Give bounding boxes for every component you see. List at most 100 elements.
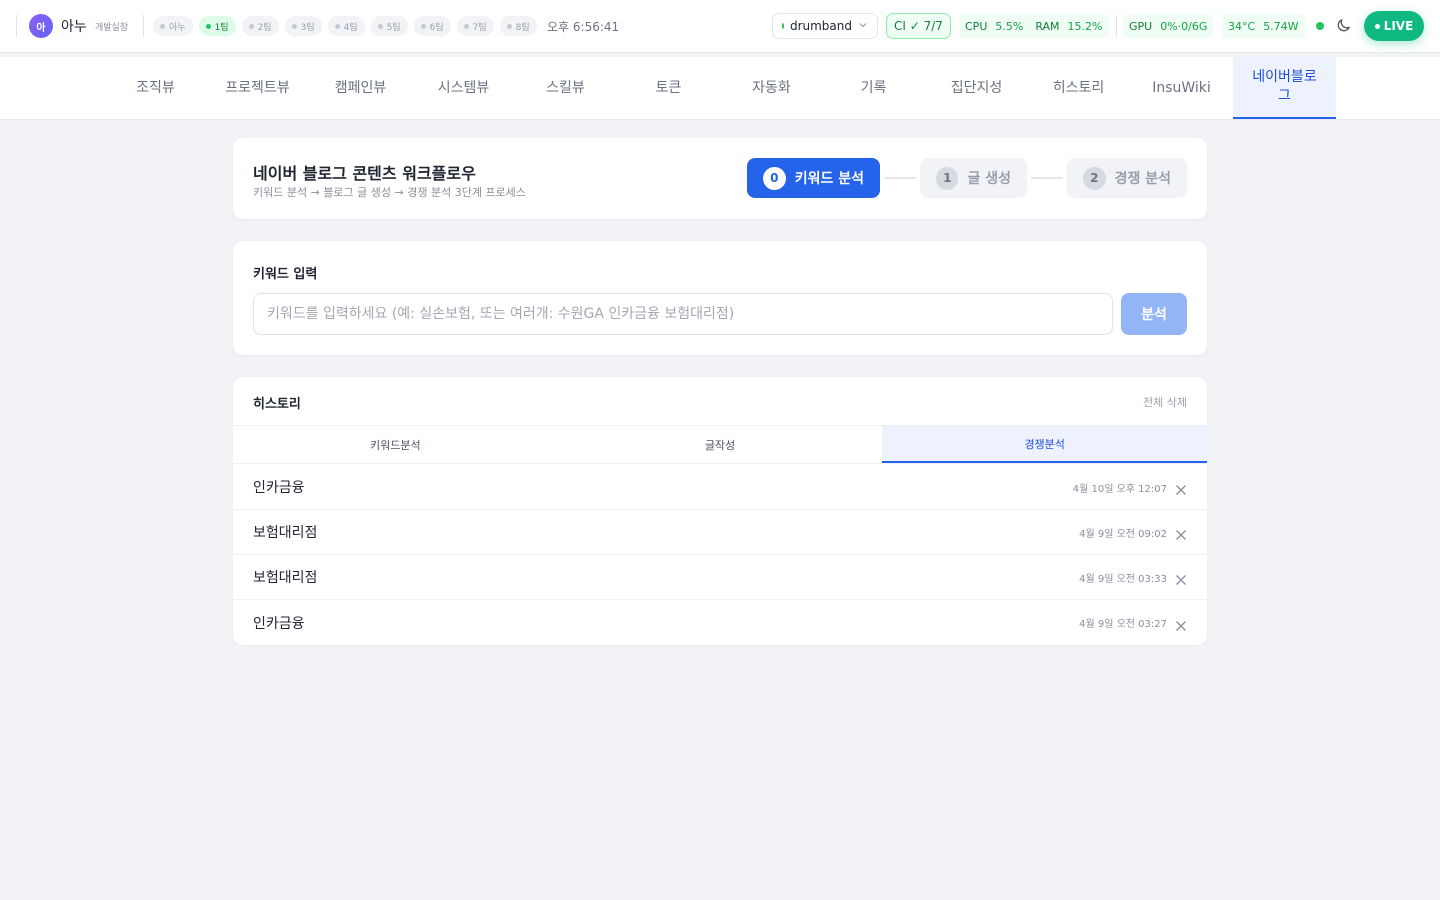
team-chips: 아누 1팀 2팀 3팀 4팀 5팀 6팀 7팀 8팀 (153, 16, 537, 36)
tab-naver-blog[interactable]: 네이버블로그 (1233, 57, 1336, 119)
team-chip-label: 8팀 (515, 22, 530, 33)
history-keyword: 인카금융 (253, 615, 305, 632)
status-dot-icon (291, 23, 297, 29)
history-timestamp: 4월 9일 오전 03:33 (1079, 573, 1167, 585)
step-number: 2 (1083, 166, 1106, 190)
step-label: 글 생성 (967, 171, 1011, 187)
keyword-input[interactable] (253, 293, 1113, 335)
team-chip-7[interactable]: 7팀 (456, 16, 494, 36)
tab-skill-view[interactable]: 스킬뷰 (514, 57, 617, 119)
team-chip-5[interactable]: 5팀 (370, 16, 408, 36)
gpu-label: GPU (1129, 19, 1153, 33)
history-tabs: 키워드분석 글작성 경쟁분석 (233, 425, 1207, 464)
cpu-ram-metric: CPU 5.5% RAM 15.2% (959, 14, 1109, 38)
list-item[interactable]: 인카금융 4월 9일 오전 03:27 (233, 600, 1207, 645)
history-timestamp: 4월 10일 오후 12:07 (1072, 483, 1167, 495)
user-name: 아누 (61, 19, 87, 35)
top-status-bar: 아 아누 개발실장 아누 1팀 2팀 3팀 4팀 5팀 6팀 7팀 8팀 오후 … (0, 0, 1440, 53)
tab-records[interactable]: 기록 (822, 57, 925, 119)
live-dot-icon (1374, 23, 1380, 29)
team-chip-3[interactable]: 3팀 (284, 16, 322, 36)
tab-competition-history[interactable]: 경쟁분석 (882, 426, 1207, 463)
repo-select-label: drumband (789, 19, 852, 33)
keyword-input-card: 키워드 입력 분석 (233, 241, 1207, 355)
cpu-value: 5.5% (995, 19, 1024, 33)
power-value: 5.74W (1263, 19, 1299, 33)
status-dot-icon (205, 23, 211, 29)
team-chip-label: 1팀 (214, 22, 229, 33)
live-label: LIVE (1383, 19, 1414, 33)
team-chip-6[interactable]: 6팀 (413, 16, 451, 36)
status-dot-icon (420, 23, 426, 29)
tab-project-view[interactable]: 프로젝트뷰 (206, 57, 309, 119)
tab-org-view[interactable]: 조직뷰 (104, 57, 207, 119)
team-chip-4[interactable]: 4팀 (327, 16, 365, 36)
step-label: 경쟁 분석 (1114, 171, 1171, 187)
team-chip-anu[interactable]: 아누 (153, 16, 193, 36)
ram-value: 15.2% (1067, 19, 1103, 33)
repo-select[interactable]: drumband (772, 13, 878, 39)
step-label: 키워드 분석 (794, 171, 864, 187)
close-icon[interactable] (1175, 617, 1187, 631)
moon-icon[interactable] (1335, 17, 1352, 34)
team-chip-2[interactable]: 2팀 (241, 16, 279, 36)
page-title: 네이버 블로그 콘텐츠 워크플로우 (253, 164, 476, 183)
close-icon[interactable] (1175, 481, 1187, 495)
list-item[interactable]: 보험대리점 4월 9일 오전 09:02 (233, 510, 1207, 555)
history-card: 히스토리 전체 삭제 키워드분석 글작성 경쟁분석 인카금융 4월 10일 오후… (233, 377, 1207, 645)
gpu-metric: GPU 0%·0/6G (1123, 14, 1214, 38)
history-keyword: 보험대리점 (253, 570, 318, 586)
clock: 오후 6:56:41 (547, 20, 620, 34)
ci-status-badge[interactable]: CI ✓ 7/7 (886, 13, 951, 39)
tab-writing-history[interactable]: 글작성 (558, 426, 883, 463)
avatar[interactable]: 아 (29, 14, 53, 38)
tab-campaign-view[interactable]: 캠페인뷰 (309, 57, 412, 119)
page-subtitle: 키워드 분석 → 블로그 글 생성 → 경쟁 분석 3단계 프로세스 (253, 186, 526, 199)
team-chip-label: 아누 (169, 22, 186, 33)
tab-keyword-analysis-history[interactable]: 키워드분석 (233, 426, 558, 463)
close-icon[interactable] (1175, 571, 1187, 585)
status-dot-icon (463, 23, 469, 29)
status-dot-icon (248, 23, 254, 29)
status-dot-icon (334, 23, 340, 29)
history-list: 인카금융 4월 10일 오후 12:07 보험대리점 4월 9일 오전 09:0… (233, 465, 1207, 645)
tab-automation[interactable]: 자동화 (720, 57, 823, 119)
close-icon[interactable] (1175, 526, 1187, 540)
history-keyword: 보험대리점 (253, 525, 318, 541)
status-dot-icon (377, 23, 383, 29)
tab-history[interactable]: 히스토리 (1027, 57, 1130, 119)
team-chip-label: 7팀 (472, 22, 487, 33)
team-chip-label: 5팀 (386, 22, 401, 33)
step-connector (885, 177, 916, 179)
cpu-label: CPU (965, 19, 988, 33)
tab-system-view[interactable]: 시스템뷰 (412, 57, 515, 119)
team-chip-8[interactable]: 8팀 (499, 16, 537, 36)
step-competition-analysis[interactable]: 2 경쟁 분석 (1067, 158, 1187, 198)
status-dot-icon (506, 23, 512, 29)
tab-token[interactable]: 토큰 (617, 57, 720, 119)
status-dot-icon (160, 23, 165, 29)
user-role: 개발실장 (95, 23, 129, 33)
list-item[interactable]: 인카금융 4월 10일 오후 12:07 (233, 465, 1207, 510)
divider (143, 15, 144, 37)
ram-label: RAM (1035, 19, 1060, 33)
keyword-label: 키워드 입력 (253, 267, 318, 282)
history-keyword: 인카금융 (253, 480, 305, 496)
gpu-value: 0%·0/6G (1160, 19, 1208, 33)
tab-insuwiki[interactable]: InsuWiki (1130, 57, 1233, 119)
team-chip-1[interactable]: 1팀 (198, 16, 236, 36)
live-button[interactable]: LIVE (1364, 11, 1424, 41)
online-status-icon (1316, 22, 1324, 30)
chevron-down-icon (858, 20, 868, 33)
team-chip-label: 4팀 (343, 22, 358, 33)
workflow-card: 네이버 블로그 콘텐츠 워크플로우 키워드 분석 → 블로그 글 생성 → 경쟁… (233, 138, 1207, 219)
tab-collective-intelligence[interactable]: 집단지성 (925, 57, 1028, 119)
analyze-button[interactable]: 분석 (1121, 293, 1187, 335)
list-item[interactable]: 보험대리점 4월 9일 오전 03:33 (233, 555, 1207, 600)
step-keyword-analysis[interactable]: 0 키워드 분석 (747, 158, 880, 198)
clear-all-button[interactable]: 전체 삭제 (1143, 394, 1187, 410)
history-timestamp: 4월 9일 오전 09:02 (1079, 528, 1167, 540)
team-chip-label: 2팀 (257, 22, 272, 33)
team-chip-label: 6팀 (429, 22, 444, 33)
step-content-generation[interactable]: 1 글 생성 (920, 158, 1027, 198)
